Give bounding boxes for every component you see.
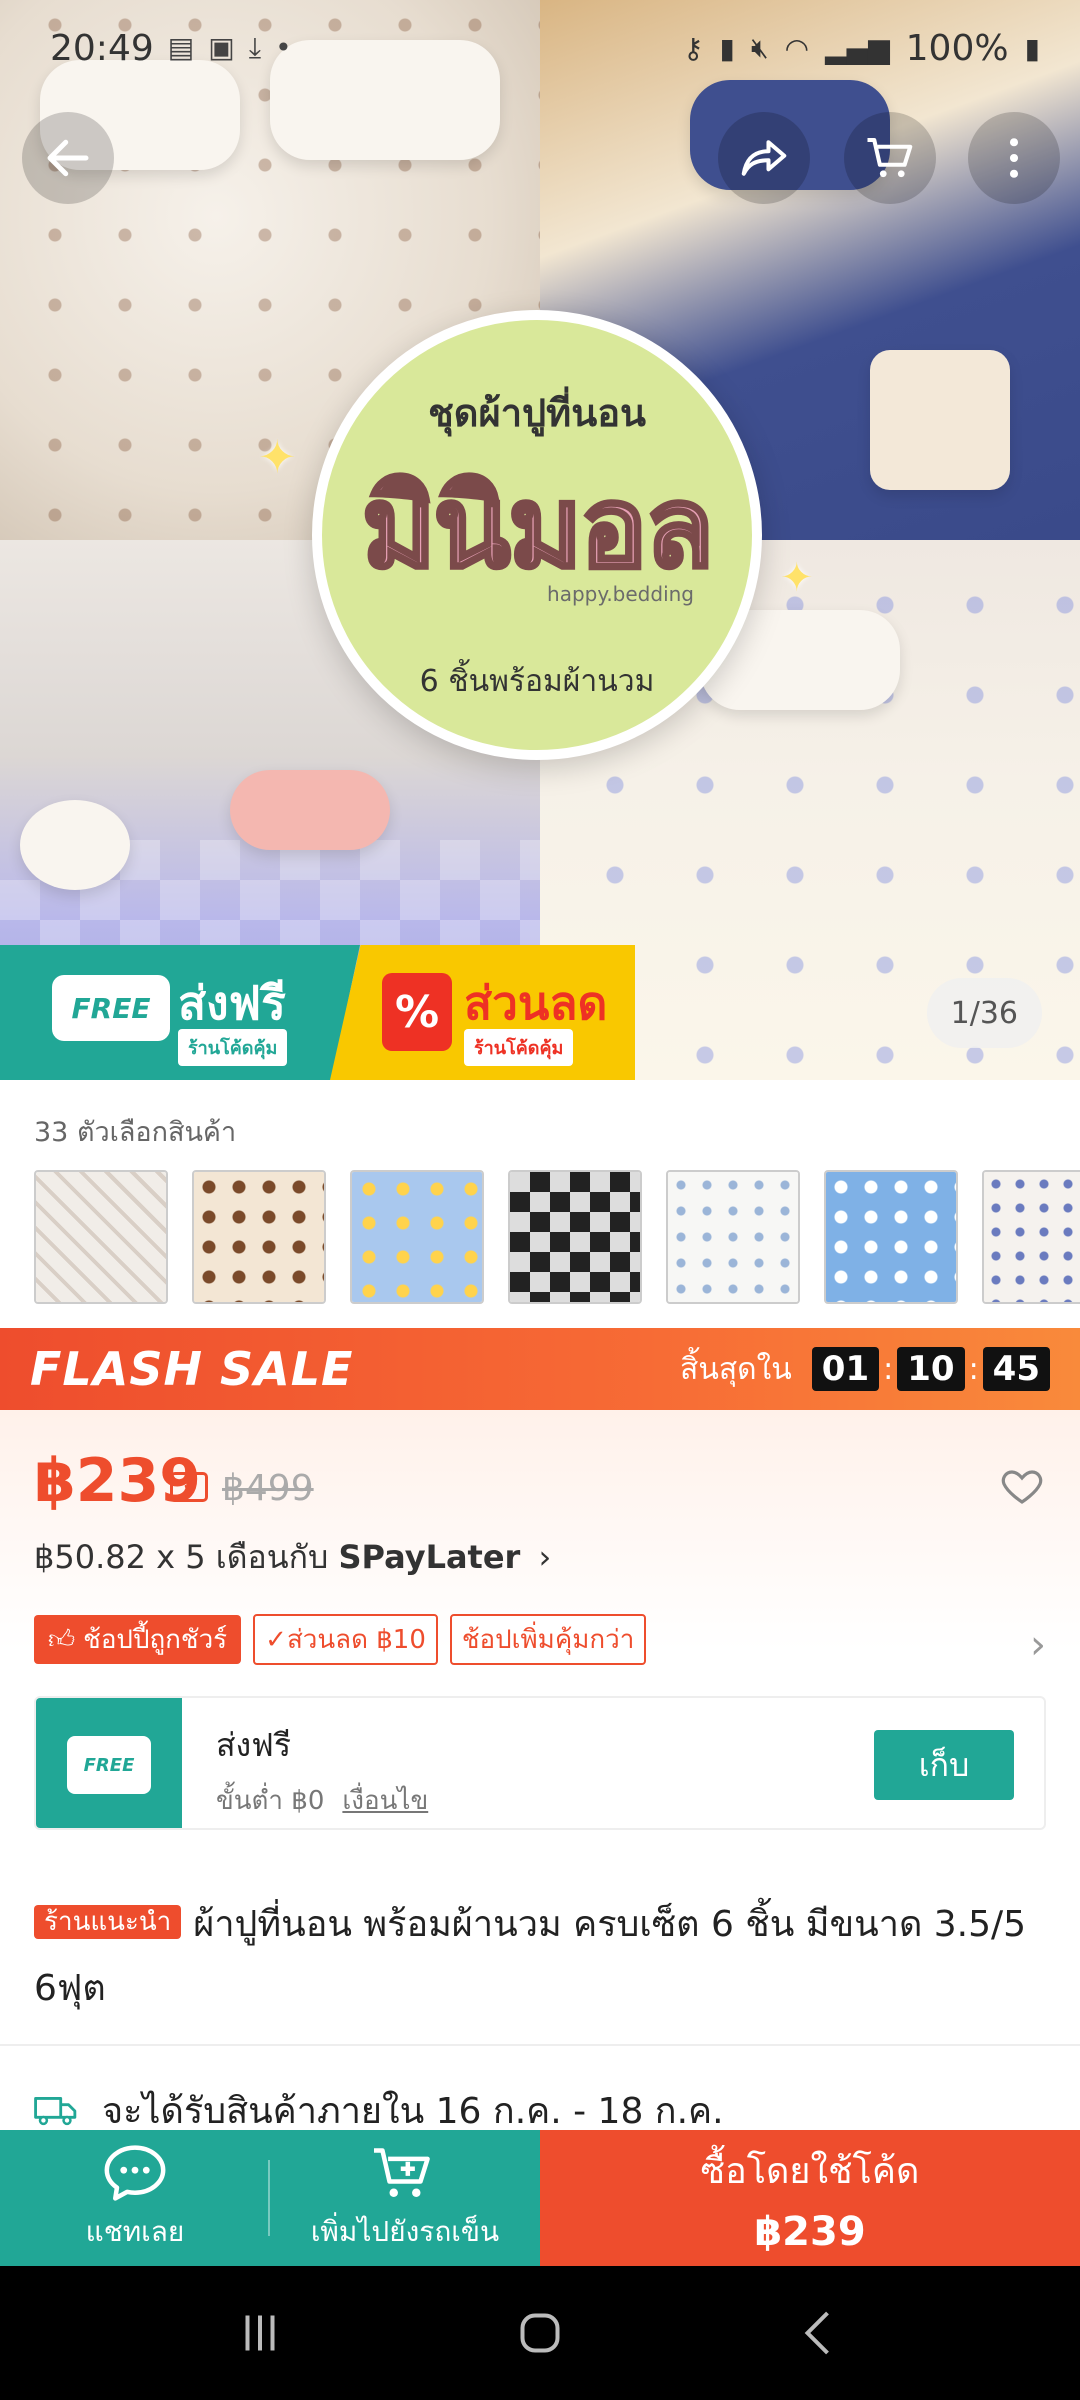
sparkle-icon: ✦ [258, 430, 297, 484]
countdown-seconds: 45 [982, 1347, 1050, 1391]
free-shipping-banner: FREE ส่งฟรี ร้านโค้ดคุ้ม [0, 945, 360, 1080]
flash-sale-title: FLASH SALE [30, 1342, 354, 1396]
chat-now-button[interactable]: แชทเลย [0, 2130, 270, 2266]
installment-text: ฿50.82 x 5 เดือนกับ [34, 1538, 339, 1576]
banner-discount-tag: ร้านโค้ดคุ้ม [464, 1029, 574, 1066]
battery-percent: 100% [905, 27, 1009, 69]
recent-apps-icon[interactable] [230, 2303, 290, 2363]
variation-thumb[interactable] [824, 1170, 958, 1304]
arrow-left-icon [47, 139, 89, 177]
variation-thumb[interactable] [192, 1170, 326, 1304]
status-time: 20:49 [50, 27, 154, 69]
chevron-right-icon: › [538, 1538, 552, 1576]
cart-button[interactable] [844, 112, 936, 204]
recommended-badge: ร้านแนะนำ [34, 1905, 182, 1939]
cart-icon [867, 137, 913, 178]
share-button[interactable] [718, 112, 810, 204]
chevron-right-icon[interactable]: › [1030, 1622, 1046, 1668]
shop-more-tag: ช้อปเพิ่มคุ้มกว่า [449, 1614, 647, 1665]
discount-tag: ✓ส่วนลด ฿10 [253, 1614, 438, 1665]
status-bar: 20:49 ▤ ▣ ⤓ • ⚷ ▮ 🔇︎ ◠ ▂▄▆ 100% ▮ [0, 0, 1080, 96]
voucher-check-icon: ✓ [170, 1472, 208, 1502]
flash-sale-bar: FLASH SALE สิ้นสุดใน 01 : 10 : 45 [0, 1328, 1080, 1410]
variation-thumb[interactable] [508, 1170, 642, 1304]
add-to-cart-label: เพิ่มไปยังรถเข็น [310, 2215, 500, 2248]
voucher-conditions-link[interactable]: เงื่อนไข [342, 1786, 428, 1816]
variation-thumbnails [34, 1170, 1080, 1304]
original-price: ฿499 [222, 1468, 314, 1509]
countdown-minutes: 10 [897, 1347, 965, 1391]
more-button[interactable] [968, 112, 1060, 204]
system-nav-bar [0, 2266, 1080, 2400]
free-shipping-voucher: FREE ส่งฟรี ขั้นต่ำ ฿0 เงื่อนไข เก็บ [34, 1696, 1046, 1830]
spaylater-installment[interactable]: ฿50.82 x 5 เดือนกับ SPayLater › [34, 1532, 551, 1583]
key-icon: ⚷ [683, 31, 704, 65]
home-icon[interactable] [510, 2303, 570, 2363]
voucher-title: ส่งฟรี [216, 1726, 291, 1764]
circle-brand: happy.bedding [547, 582, 694, 606]
circle-subtitle: 6 ชิ้นพร้อมผ้านวม [419, 664, 655, 699]
flash-sale-ends-label: สิ้นสุดใน [680, 1351, 792, 1387]
spaylater-brand: SPayLater [338, 1538, 521, 1576]
product-title-text: ผ้าปูที่นอน พร้อมผ้านวม ครบเซ็ต 6 ชิ้น ม… [34, 1904, 1027, 2009]
back-nav-icon[interactable] [790, 2303, 850, 2363]
chat-icon [104, 2145, 166, 2201]
signal-icon: ▂▄▆ [825, 31, 890, 65]
share-icon [741, 140, 787, 176]
guarantee-tag-label: ช้อปปี้ถูกชัวร์ [83, 1625, 228, 1655]
heart-icon[interactable] [998, 1462, 1046, 1510]
divider [0, 2044, 1080, 2046]
circle-heading: ชุดผ้าปูที่นอน [427, 391, 647, 435]
truck-icon [34, 2096, 77, 2125]
banner-free-tag: ร้านโค้ดคุ้ม [178, 1029, 288, 1066]
discount-banner: % ส่วนลด ร้านโค้ดคุ้ม [330, 945, 635, 1080]
check-icon: ✓ [265, 1625, 287, 1655]
claim-voucher-button[interactable]: เก็บ [874, 1730, 1014, 1800]
buy-with-voucher-button[interactable]: ซื้อโดยใช้โค้ด ฿239 [540, 2130, 1080, 2266]
add-to-cart-button[interactable]: เพิ่มไปยังรถเข็น [270, 2130, 540, 2266]
buy-label: ซื้อโดยใช้โค้ด [700, 2150, 920, 2192]
battery-saver-icon: ▮ [719, 31, 735, 65]
voucher-terms: ขั้นต่ำ ฿0 เงื่อนไข [216, 1780, 428, 1821]
countdown-hours: 01 [811, 1347, 880, 1391]
chat-now-label: แชทเลย [85, 2215, 185, 2248]
image-counter: 1/36 [926, 978, 1042, 1048]
voucher-left: FREE [36, 1698, 182, 1828]
doc-icon: ▤ [167, 31, 195, 64]
price-section: ฿239 ✓ ฿499 ฿50.82 x 5 เดือนกับ SPayLate… [0, 1410, 1080, 1668]
promo-tags[interactable]: 👍︎ ช้อปปี้ถูกชัวร์ ✓ส่วนลด ฿10 ช้อปเพิ่มค… [34, 1614, 647, 1665]
percent-icon: % [382, 973, 452, 1051]
add-cart-icon [374, 2148, 430, 2197]
download-icon: ⤓ [248, 31, 262, 64]
product-title: ร้านแนะนำ ผ้าปูที่นอน พร้อมผ้านวม ครบเซ็ต… [34, 1890, 1044, 2021]
product-page: ✦ ✦ ชุดผ้าปูที่นอน มินิมอล happy.bedding… [0, 0, 1080, 2400]
thumbs-up-icon: 👍︎ [48, 1625, 76, 1655]
free-truck-icon: FREE [67, 1736, 151, 1794]
free-truck-icon: FREE [52, 975, 170, 1041]
variation-thumb[interactable] [350, 1170, 484, 1304]
dot-icon: • [275, 31, 292, 64]
back-button[interactable] [22, 112, 114, 204]
discount-tag-label: ส่วนลด ฿10 [286, 1625, 426, 1655]
title-circle: ชุดผ้าปูที่นอน มินิมอล happy.bedding 6 ช… [312, 310, 762, 760]
image-icon: ▣ [208, 31, 235, 64]
bottom-action-bar: แชทเลย เพิ่มไปยังรถเข็น ซื้อโดยใช้โค้ด ฿… [0, 2130, 1080, 2266]
mute-icon: 🔇︎ [750, 31, 769, 64]
sparkle-icon: ✦ [780, 555, 814, 601]
wifi-icon: ◠ [784, 31, 810, 65]
guarantee-tag: 👍︎ ช้อปปี้ถูกชัวร์ [34, 1615, 242, 1664]
variation-thumb[interactable] [666, 1170, 800, 1304]
variation-thumb[interactable] [982, 1170, 1080, 1304]
voucher-min-spend: ขั้นต่ำ ฿0 [216, 1786, 325, 1816]
variation-thumb[interactable] [34, 1170, 168, 1304]
buy-price: ฿239 [754, 2208, 866, 2255]
variations-label: 33 ตัวเลือกสินค้า [34, 1117, 237, 1148]
more-vertical-icon [1009, 138, 1019, 178]
battery-icon: ▮ [1024, 31, 1040, 65]
